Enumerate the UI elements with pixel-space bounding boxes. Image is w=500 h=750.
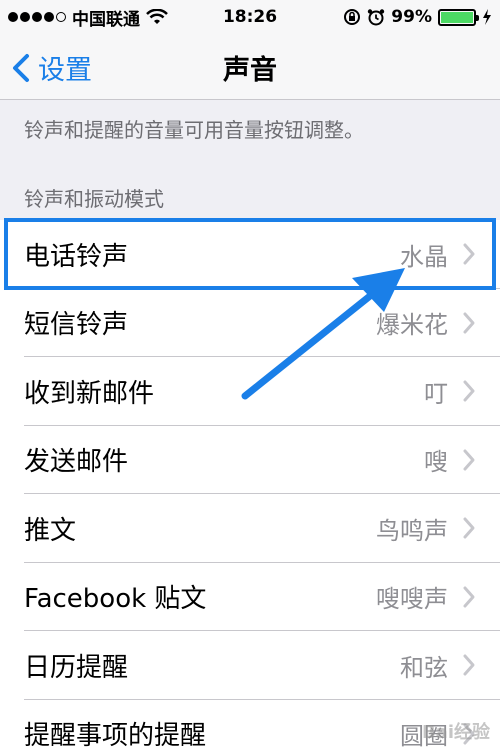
battery-fill [441, 11, 473, 23]
row-label: 推文 [24, 515, 77, 546]
list-item-text-tone[interactable]: 短信铃声 爆米花 [0, 289, 500, 358]
row-label: 发送邮件 [24, 447, 129, 478]
list-item-facebook-post[interactable]: Facebook 贴文 嗖嗖声 [0, 563, 500, 632]
chevron-right-icon [463, 312, 475, 334]
alarm-icon [368, 9, 385, 26]
list-item-tweet[interactable]: 推文 鸟鸣声 [0, 494, 500, 563]
rotation-lock-icon [344, 9, 361, 25]
list-item-calendar-alert[interactable]: 日历提醒 和弦 [0, 631, 500, 700]
row-value: 鸟鸣声 [376, 516, 448, 545]
row-label: 短信铃声 [24, 310, 129, 341]
chevron-right-icon [463, 517, 475, 539]
watermark: Bai经验 [421, 722, 490, 743]
chevron-right-icon [463, 449, 475, 471]
chevron-right-icon [463, 654, 475, 676]
row-value: 水晶 [400, 242, 448, 271]
row-label: 日历提醒 [24, 652, 129, 683]
sound-settings-list: 电话铃声 水晶 短信铃声 爆米花 收到新邮件 叮 发送邮件 嗖 推文 鸟鸣声 F… [0, 220, 500, 750]
list-item-new-mail[interactable]: 收到新邮件 叮 [0, 357, 500, 426]
row-value: 和弦 [400, 653, 448, 682]
chevron-right-icon [463, 380, 475, 402]
row-value: 嗖嗖声 [376, 585, 448, 614]
row-value: 嗖 [424, 448, 448, 477]
status-right: 99% [343, 7, 492, 27]
list-item-ringtone[interactable]: 电话铃声 水晶 [0, 220, 500, 289]
charging-bolt-icon [483, 9, 491, 25]
row-value: 叮 [424, 379, 448, 408]
section-header: 铃声和振动模式 [24, 187, 164, 211]
chevron-right-icon [463, 586, 475, 608]
row-value: 爆米花 [376, 311, 448, 340]
status-bar: 中国联通 18:26 99% [0, 0, 500, 34]
volume-note: 铃声和提醒的音量可用音量按钮调整。 [24, 118, 364, 142]
list-item-sent-mail[interactable]: 发送邮件 嗖 [0, 426, 500, 495]
row-label: 收到新邮件 [24, 378, 155, 409]
battery-percent: 99% [391, 7, 432, 27]
chevron-right-icon [463, 243, 475, 265]
navigation-bar: 设置 声音 [0, 34, 500, 100]
page-title: 声音 [223, 55, 277, 86]
battery-icon [438, 8, 479, 26]
row-label: Facebook 贴文 [24, 584, 207, 615]
row-label: 电话铃声 [24, 241, 129, 272]
row-label: 提醒事项的提醒 [24, 721, 207, 750]
